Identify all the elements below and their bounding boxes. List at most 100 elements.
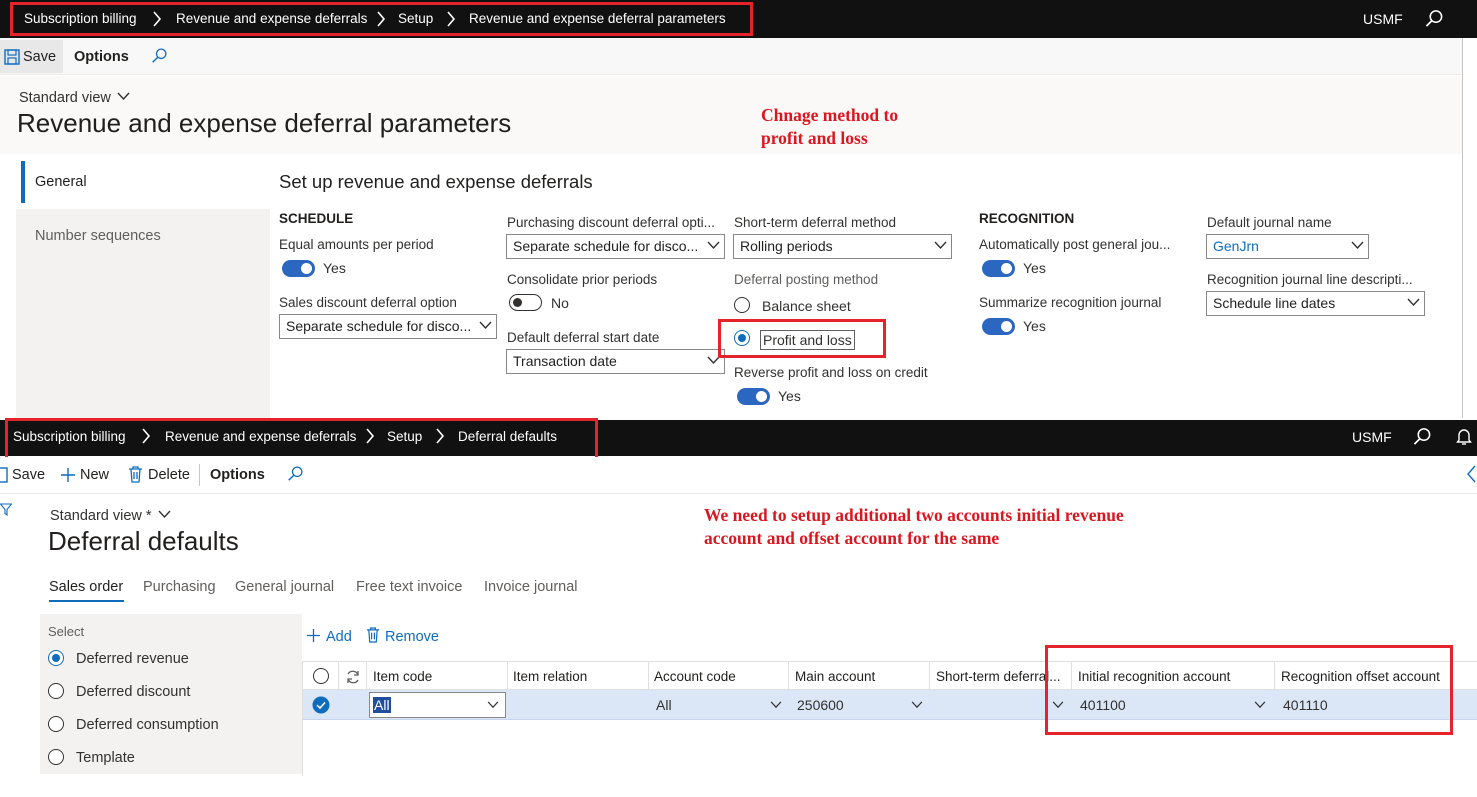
chevron-down-icon: [479, 321, 492, 330]
deferred-consumption-label[interactable]: Deferred consumption: [76, 717, 219, 733]
equal-amounts-toggle[interactable]: [282, 260, 315, 277]
line-description-select[interactable]: Schedule line dates: [1206, 291, 1425, 316]
sales-discount-select[interactable]: Separate schedule for disco...: [279, 314, 497, 339]
line-description-label: Recognition journal line descripti...: [1207, 272, 1413, 287]
consolidate-label: Consolidate prior periods: [507, 272, 658, 287]
save-button[interactable]: Save: [12, 467, 45, 483]
chevron-down-icon[interactable]: [117, 92, 130, 101]
save-button-label: Save: [23, 49, 57, 65]
save-icon: [0, 467, 8, 483]
deferred-consumption-radio[interactable]: [48, 716, 64, 732]
auto-post-toggle[interactable]: [982, 260, 1015, 277]
save-icon: [4, 49, 20, 65]
nav-item-number-sequences[interactable]: Number sequences: [35, 228, 161, 244]
options-menu[interactable]: Options: [210, 467, 265, 483]
tab-invoice-journal[interactable]: Invoice journal: [484, 579, 578, 595]
chevron-down-icon[interactable]: [158, 510, 171, 519]
main-account-cell[interactable]: 250600: [791, 690, 844, 720]
consolidate-toggle[interactable]: [509, 294, 542, 311]
view-selector[interactable]: Standard view *: [50, 508, 152, 524]
view-selector[interactable]: Standard view: [19, 90, 111, 106]
summarize-label: Summarize recognition journal: [979, 295, 1162, 310]
nav-item-label: General: [35, 174, 87, 190]
company-selector[interactable]: USMF: [1352, 429, 1392, 445]
annotation-text: Chnage method to: [761, 105, 899, 125]
column-header-main-account[interactable]: Main account: [789, 662, 930, 691]
chevron-down-icon: [770, 701, 782, 709]
reverse-pl-value: Yes: [778, 388, 801, 404]
chevron-down-icon: [1351, 241, 1364, 250]
select-value: Transaction date: [513, 353, 617, 369]
recognition-heading: RECOGNITION: [979, 211, 1075, 226]
add-button[interactable]: Add: [326, 629, 352, 645]
summarize-toggle[interactable]: [982, 318, 1015, 335]
account-code-cell[interactable]: All: [650, 690, 672, 720]
column-header-account-code[interactable]: Account code: [648, 662, 789, 691]
deferred-revenue-radio[interactable]: [48, 650, 64, 666]
tab-free-text-invoice[interactable]: Free text invoice: [356, 579, 462, 595]
select-value: Schedule line dates: [1213, 295, 1336, 311]
diamond-icon[interactable]: [1466, 465, 1477, 483]
select-all-checkbox[interactable]: [313, 668, 329, 684]
chevron-down-icon: [911, 701, 923, 709]
plus-icon: [61, 468, 75, 482]
deferred-discount-radio[interactable]: [48, 683, 64, 699]
purchasing-discount-label: Purchasing discount deferral opti...: [507, 215, 715, 230]
select-value: GenJrn: [1213, 238, 1259, 254]
posting-method-label: Deferral posting method: [734, 272, 879, 287]
journal-name-select[interactable]: GenJrn: [1206, 234, 1369, 259]
column-header-item-code[interactable]: Item code: [366, 662, 508, 691]
header-divider: [338, 662, 339, 691]
deferred-discount-label[interactable]: Deferred discount: [76, 684, 190, 700]
reverse-pl-label: Reverse profit and loss on credit: [734, 365, 928, 380]
annotation-text: account and offset account for the same: [704, 528, 1000, 548]
annotation-text: profit and loss: [761, 128, 868, 148]
page-title: Deferral defaults: [48, 526, 239, 556]
start-date-select[interactable]: Transaction date: [506, 349, 725, 374]
purchasing-discount-select[interactable]: Separate schedule for disco...: [506, 234, 725, 259]
template-radio[interactable]: [48, 749, 64, 765]
bell-icon[interactable]: [1456, 427, 1472, 446]
remove-button[interactable]: Remove: [385, 629, 439, 645]
company-selector[interactable]: USMF: [1363, 11, 1403, 27]
select-value: Separate schedule for disco...: [513, 238, 699, 254]
deferred-revenue-label[interactable]: Deferred revenue: [76, 651, 189, 667]
item-code-cell[interactable]: All: [369, 692, 506, 718]
short-term-cell[interactable]: [932, 690, 938, 720]
delete-button[interactable]: Delete: [148, 467, 190, 483]
reverse-pl-toggle[interactable]: [737, 388, 770, 405]
balance-sheet-radio[interactable]: [734, 297, 750, 313]
search-icon[interactable]: [1425, 9, 1444, 28]
vertical-scrollbar[interactable]: [1462, 38, 1463, 418]
item-relation-cell[interactable]: [507, 690, 513, 720]
chevron-down-icon: [1407, 298, 1420, 307]
annotation-text: We need to setup additional two accounts…: [704, 505, 1124, 525]
new-button[interactable]: New: [80, 467, 109, 483]
search-icon[interactable]: [287, 465, 304, 482]
toolbar-divider: [199, 464, 200, 486]
refresh-icon[interactable]: [345, 669, 361, 685]
tab-general-journal[interactable]: General journal: [235, 579, 334, 595]
summarize-value: Yes: [1023, 318, 1046, 334]
filter-icon[interactable]: [0, 503, 12, 516]
schedule-heading: SCHEDULE: [279, 211, 354, 226]
short-term-method-label: Short-term deferral method: [734, 215, 897, 230]
auto-post-label: Automatically post general jou...: [979, 237, 1171, 252]
plus-icon: [306, 628, 321, 643]
tab-sales-order[interactable]: Sales order: [49, 579, 123, 595]
search-icon[interactable]: [151, 47, 168, 64]
page-title: Revenue and expense deferral parameters: [17, 108, 512, 138]
short-term-method-select[interactable]: Rolling periods: [733, 234, 952, 259]
search-icon[interactable]: [1413, 427, 1432, 446]
select-value: Separate schedule for disco...: [286, 318, 472, 334]
section-title: Set up revenue and expense deferrals: [279, 171, 593, 192]
column-header-item-relation[interactable]: Item relation: [507, 662, 649, 691]
action-pane: [0, 38, 1462, 75]
balance-sheet-label[interactable]: Balance sheet: [762, 298, 851, 314]
options-menu[interactable]: Options: [74, 49, 129, 65]
tab-purchasing[interactable]: Purchasing: [143, 579, 216, 595]
template-label[interactable]: Template: [76, 750, 135, 766]
checkmark-circle-icon[interactable]: [312, 696, 330, 714]
equal-amounts-label: Equal amounts per period: [279, 237, 434, 252]
select-value: Rolling periods: [740, 238, 833, 254]
